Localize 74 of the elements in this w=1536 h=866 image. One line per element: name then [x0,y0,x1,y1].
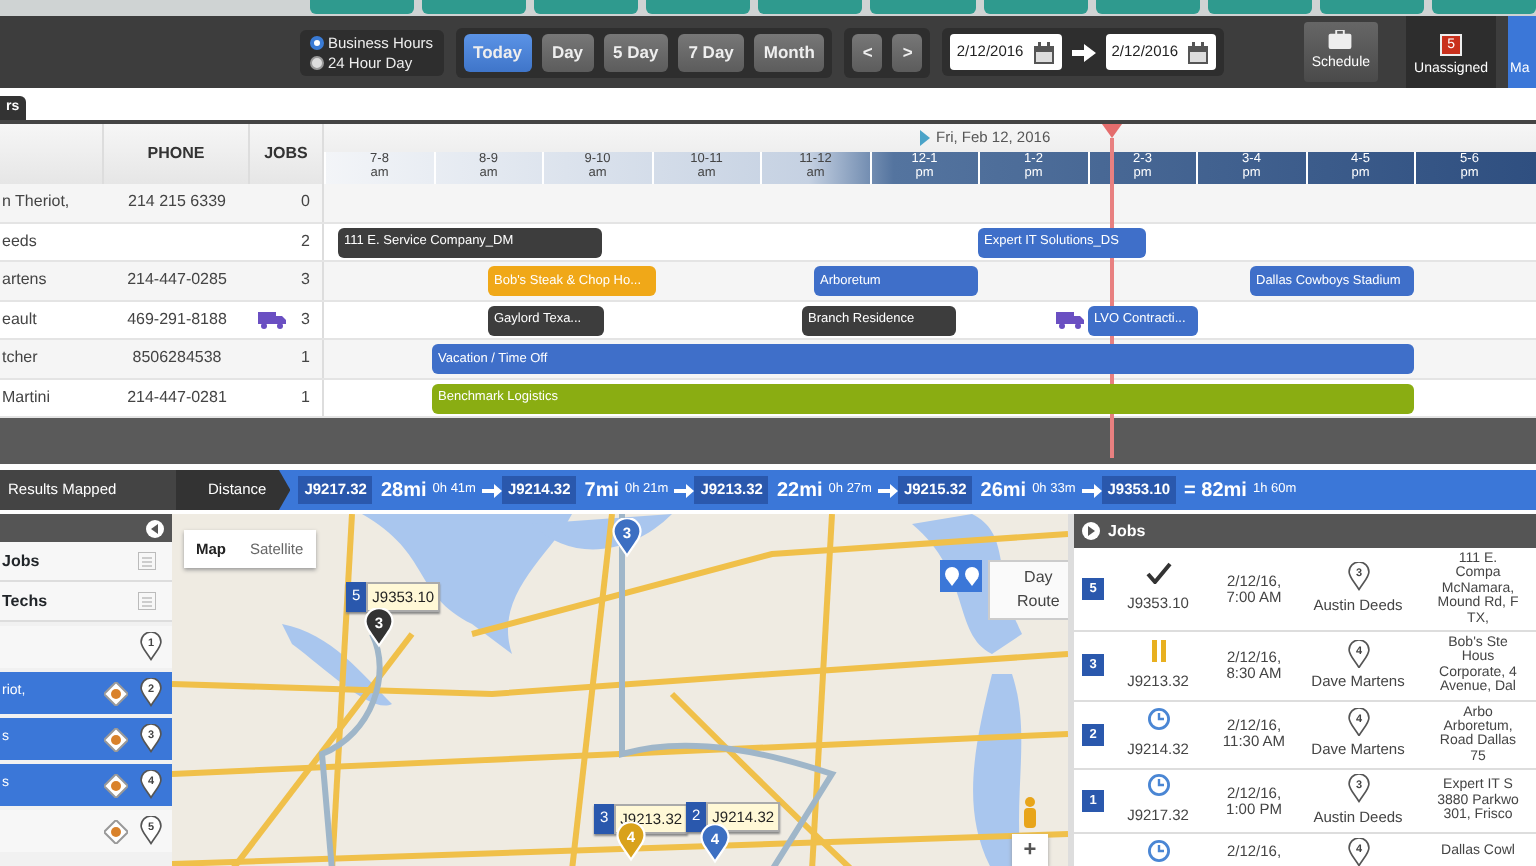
filter-label[interactable]: Jobs [2,549,40,573]
nav-tab[interactable] [1431,0,1536,14]
route-pins-button[interactable] [940,560,982,592]
nav-tab[interactable] [646,0,751,14]
list-icon[interactable] [138,552,156,570]
nav-tab[interactable] [758,0,863,14]
arrow-right-icon [1071,43,1096,61]
next-button[interactable]: > [892,33,923,71]
expand-icon[interactable] [1082,522,1100,540]
arrow-right-icon [481,483,502,497]
list-icon[interactable] [138,592,156,610]
nav-tab[interactable] [1319,0,1424,14]
job-count: 3 [301,268,310,293]
nav-tab[interactable] [1207,0,1312,14]
calendar-icon[interactable] [1031,41,1056,63]
phone-number: 8506284538 [130,346,224,371]
job-count: 2 [301,229,310,254]
range-button[interactable]: 7 Day [678,33,744,71]
nav-tab[interactable] [870,0,976,14]
clock-icon [1145,708,1171,731]
clock-icon [1145,774,1171,797]
flag-icon [920,130,930,146]
phone-number: 214 215 6339 [126,190,228,215]
pins-icon [943,566,979,586]
nav-tab[interactable] [983,0,1088,14]
target-icon [104,819,128,843]
nav-tab[interactable] [422,0,527,14]
clock-icon [1145,840,1171,863]
phone-number: 214-447-0285 [125,268,229,293]
check-icon [1145,562,1171,585]
phone-number: 469-291-8188 [125,307,229,332]
map-pin[interactable]: 4 [700,824,730,863]
range-button[interactable]: Month [753,33,825,71]
target-icon [104,773,128,797]
briefcase-icon [1328,30,1353,49]
truck-icon [1056,310,1084,330]
day-route-button[interactable]: Day Route [988,560,1068,620]
arrow-right-icon [877,483,898,497]
map-pin[interactable]: 3 [364,608,394,647]
job-count: 1 [301,385,310,410]
nav-tab[interactable] [1095,0,1200,14]
previous-button[interactable]: < [852,33,883,71]
range-button[interactable]: 5 Day [603,33,669,71]
truck-icon [257,309,286,330]
tech-name: Martini [0,385,53,410]
leg-distance: 7mi [584,477,619,505]
person-icon[interactable] [1020,796,1040,828]
job-count: 0 [301,190,310,215]
nav-tab[interactable] [534,0,639,14]
tech-name: n Theriot, [0,190,72,215]
target-icon [104,681,128,705]
leg-distance: 26mi [980,477,1027,505]
target-icon [104,727,128,751]
tech-name: eault [0,307,39,332]
total-distance: = 82mi [1184,477,1247,505]
map-pin[interactable]: 3 [612,518,642,557]
panel-title: Jobs [1108,519,1146,543]
splitter-bar[interactable] [0,418,1536,464]
job-count: 3 [301,307,310,332]
filter-label[interactable]: Techs [2,589,48,613]
calendar-icon[interactable] [1186,41,1211,63]
collapse-icon[interactable] [146,519,164,537]
tech-name: tcher [0,346,40,371]
zoom-in-button[interactable]: + [1012,834,1048,866]
arrow-right-icon [674,483,695,497]
range-button[interactable]: Day [541,33,594,71]
nav-tab[interactable] [310,0,415,14]
tech-name: artens [0,268,49,293]
job-count: 1 [301,346,310,371]
phone-number: 214-447-0281 [125,385,229,410]
arrow-right-icon [1081,483,1102,497]
leg-distance: 28mi [380,477,427,505]
tech-name: eeds [0,229,39,254]
leg-distance: 22mi [776,477,823,505]
